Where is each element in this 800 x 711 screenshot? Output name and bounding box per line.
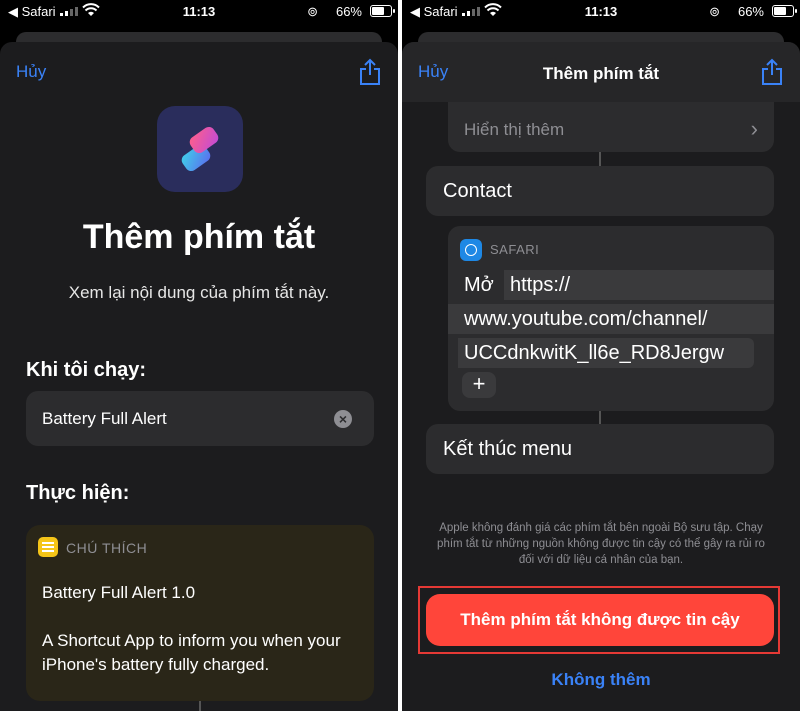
untrusted-warning: Apple không đánh giá các phím tắt bên ng… — [437, 522, 765, 566]
note-icon — [38, 537, 58, 557]
dont-add-button[interactable]: Không thêm — [402, 670, 800, 690]
show-more-label: Hiển thị thêm — [464, 120, 565, 139]
comment-title: Battery Full Alert 1.0 — [42, 583, 196, 602]
shortcut-name-field[interactable]: Battery Full Alert × — [26, 391, 374, 446]
url-line-1[interactable]: https:// — [510, 274, 570, 297]
safari-icon — [460, 239, 482, 261]
right-screen: ◀ Safari 11:13 ⊚ 66% Hủy Thêm phím tắt H… — [402, 0, 800, 711]
add-untrusted-label: Thêm phím tắt không được tin cậy — [460, 610, 740, 629]
nav-title: Thêm phím tắt — [542, 64, 660, 83]
comment-action-card: CHÚ THÍCH Battery Full Alert 1.0 A Short… — [26, 525, 374, 701]
url-line-2[interactable]: www.youtube.com/channel/ — [464, 308, 707, 331]
clear-icon[interactable]: × — [334, 410, 352, 428]
battery-icon — [370, 5, 395, 17]
battery-percent: 66% — [335, 4, 362, 19]
chevron-right-icon: › — [750, 116, 758, 141]
add-variable-button[interactable]: + — [462, 372, 496, 398]
when-run-heading: Khi tôi chạy: — [26, 359, 147, 381]
cancel-button[interactable]: Hủy — [16, 62, 46, 82]
actions-heading: Thực hiện: — [26, 482, 130, 504]
action-connector — [599, 152, 601, 166]
show-more-row[interactable]: Hiển thị thêm › — [448, 100, 774, 152]
url-line-3[interactable]: UCCdnkwitK_ll6e_RD8Jergw — [464, 342, 724, 365]
page-title: Thêm phím tắt — [82, 218, 316, 256]
left-screen: ◀ Safari 11:13 ⊚ 66% Hủy Thêm phím tắt X… — [0, 0, 398, 711]
contact-menu-item[interactable]: Contact — [426, 166, 774, 216]
open-label: Mở — [464, 274, 494, 296]
safari-label: SAFARI — [490, 242, 540, 257]
battery-percent: 66% — [737, 4, 764, 19]
battery-icon — [772, 5, 797, 17]
add-untrusted-shortcut-button[interactable]: Thêm phím tắt không được tin cậy — [426, 594, 774, 646]
end-menu-item: Kết thúc menu — [426, 424, 774, 474]
shortcuts-app-icon — [157, 106, 243, 192]
action-connector — [199, 701, 201, 711]
share-icon[interactable] — [358, 58, 382, 86]
contact-label: Contact — [443, 180, 512, 202]
comment-label: CHÚ THÍCH — [66, 540, 148, 556]
safari-open-url-action[interactable]: SAFARI Mở https:// www.youtube.com/chann… — [448, 226, 774, 411]
rotation-lock-icon: ⊚ — [709, 4, 720, 19]
share-icon[interactable] — [760, 58, 784, 86]
end-menu-label: Kết thúc menu — [443, 438, 572, 460]
comment-body: A Shortcut App to inform you when your i… — [42, 631, 341, 674]
page-subtitle: Xem lại nội dung của phím tắt này. — [68, 283, 330, 302]
status-bar: ◀ Safari 11:13 ⊚ 66% — [402, 0, 800, 22]
status-bar: ◀ Safari 11:13 ⊚ 66% — [0, 0, 398, 22]
action-connector — [599, 411, 601, 424]
rotation-lock-icon: ⊚ — [307, 4, 318, 19]
shortcut-name-value: Battery Full Alert — [42, 409, 167, 428]
